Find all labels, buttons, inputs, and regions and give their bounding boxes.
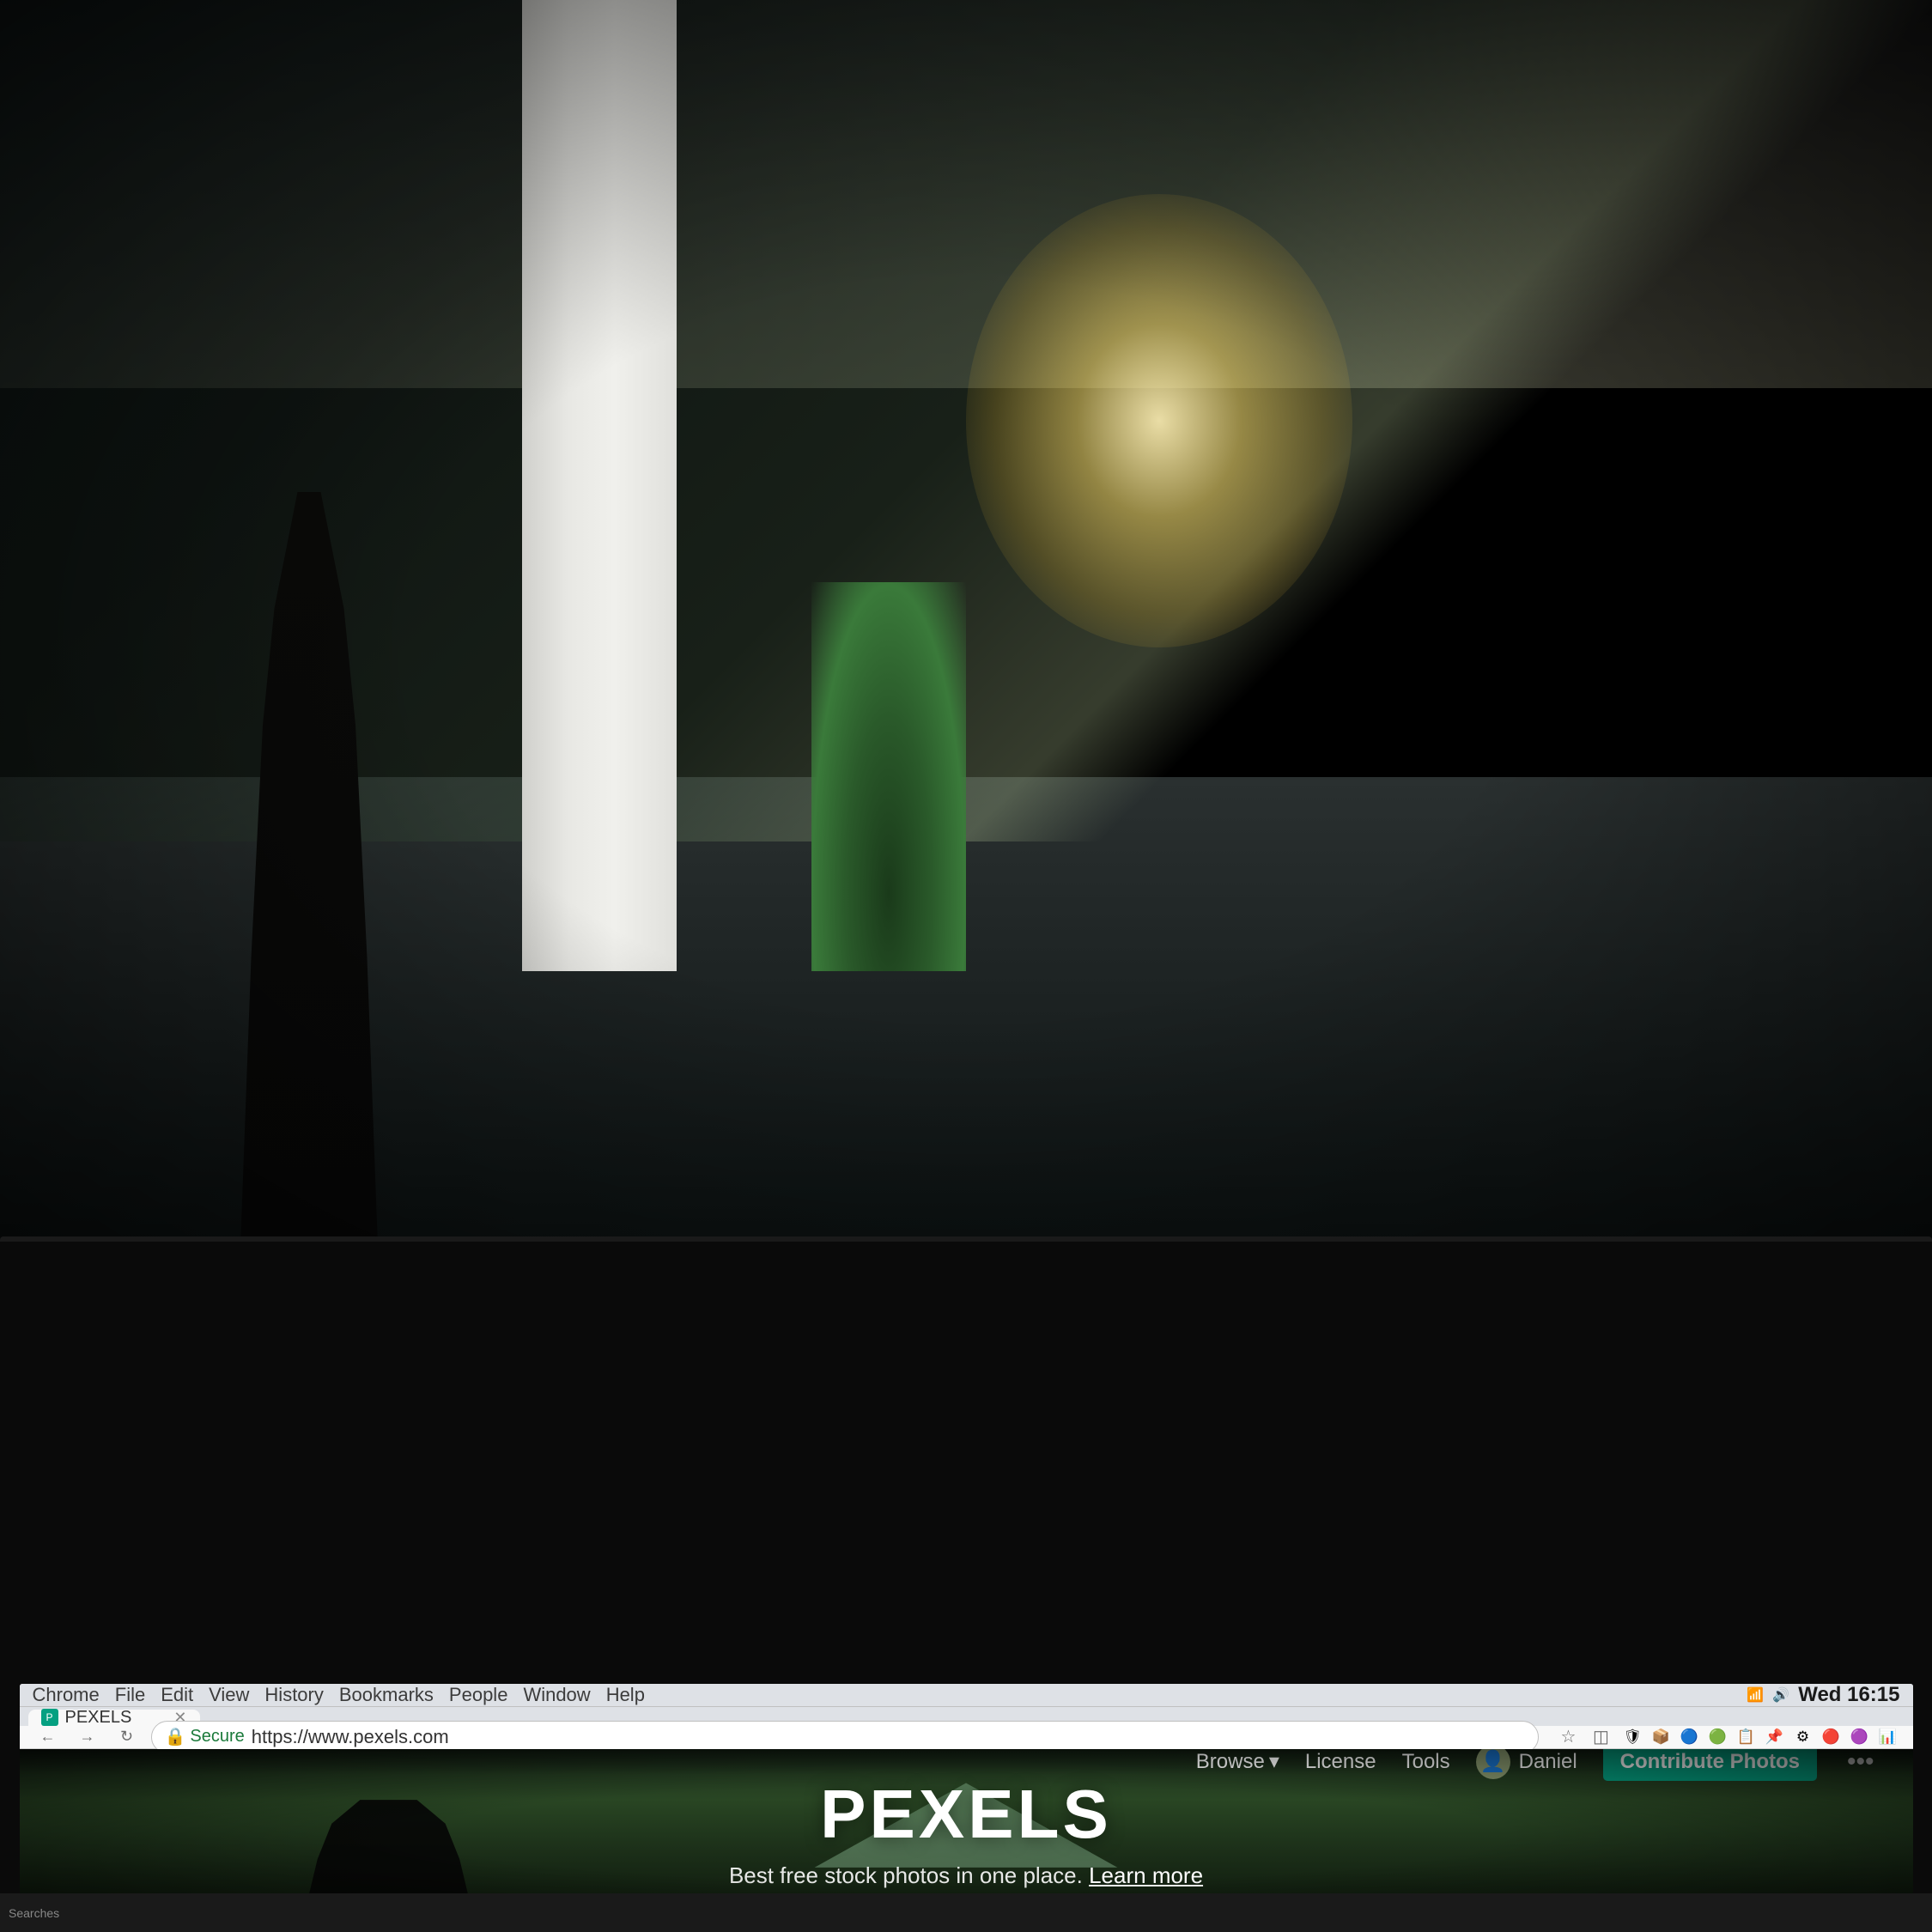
system-icons: 📶 🔊 Wed 16:15: [1747, 1684, 1899, 1707]
ext-icon-8[interactable]: 🔴: [1820, 1725, 1844, 1749]
nav-license[interactable]: License: [1305, 1750, 1376, 1774]
menu-history[interactable]: History: [264, 1684, 323, 1706]
back-button[interactable]: ←: [33, 1722, 64, 1753]
menu-people[interactable]: People: [449, 1684, 508, 1706]
ext-icon-1[interactable]: 🛡: [1621, 1725, 1645, 1749]
menu-chrome[interactable]: Chrome: [33, 1684, 100, 1706]
ext-icon-4[interactable]: 🟢: [1706, 1725, 1730, 1749]
menu-bookmarks[interactable]: Bookmarks: [339, 1684, 434, 1706]
secure-label: Secure: [190, 1727, 244, 1747]
background-photo: [0, 0, 1932, 1295]
ext-icon-5[interactable]: 📋: [1735, 1725, 1759, 1749]
ext-icon-3[interactable]: 🔵: [1678, 1725, 1702, 1749]
volume-icon: 🔊: [1772, 1686, 1789, 1704]
nav-tools[interactable]: Tools: [1402, 1750, 1450, 1774]
taskbar-search-label: Searches: [9, 1906, 59, 1920]
monitor-screen: Chrome File Edit View History Bookmarks …: [20, 1684, 1913, 1918]
pexels-logo: PEXELS: [303, 1775, 1629, 1854]
lock-icon: 🔒: [165, 1726, 186, 1747]
extension-icons: 🛡 📦 🔵 🟢 📋 📌 ⚙ 🔴 🟣 📊: [1621, 1724, 1900, 1750]
wifi-icon: 📶: [1747, 1686, 1764, 1704]
reload-button[interactable]: ↻: [112, 1722, 143, 1753]
office-column: [522, 0, 677, 971]
taskbar: Searches: [0, 1893, 1932, 1932]
window-light: [966, 194, 1352, 647]
pexels-nav: Browse ▾ License Tools 👤 Daniel: [20, 1749, 1913, 1775]
ext-icon-2[interactable]: 📦: [1649, 1725, 1674, 1749]
ext-icon-9[interactable]: 🟣: [1848, 1725, 1872, 1749]
url-text: https://www.pexels.com: [252, 1726, 449, 1748]
office-plant: [811, 582, 966, 970]
contribute-photos-button[interactable]: Contribute Photos: [1603, 1749, 1817, 1781]
reader-mode-icon[interactable]: ◫: [1589, 1724, 1614, 1750]
system-time: Wed 16:15: [1798, 1684, 1899, 1707]
menu-edit[interactable]: Edit: [161, 1684, 193, 1706]
learn-more-link[interactable]: Learn more: [1089, 1862, 1203, 1888]
chrome-browser: Chrome File Edit View History Bookmarks …: [20, 1684, 1913, 1918]
more-options-button[interactable]: •••: [1843, 1749, 1879, 1781]
menu-file[interactable]: File: [115, 1684, 145, 1706]
secure-badge: 🔒 Secure: [165, 1726, 245, 1747]
browse-chevron-icon: ▾: [1269, 1749, 1279, 1774]
nav-username: Daniel: [1519, 1750, 1577, 1774]
menu-window[interactable]: Window: [523, 1684, 590, 1706]
forward-button[interactable]: →: [72, 1722, 103, 1753]
pexels-tagline: Best free stock photos in one place. Lea…: [303, 1862, 1629, 1889]
ext-icon-7[interactable]: ⚙: [1791, 1725, 1815, 1749]
bookmark-star-icon[interactable]: ☆: [1556, 1724, 1582, 1750]
menu-help[interactable]: Help: [606, 1684, 645, 1706]
bookmark-icons: ☆ ◫ 🛡 📦 🔵 🟢 📋 📌 ⚙ 🔴 🟣 📊: [1556, 1724, 1900, 1750]
chrome-titlebar: Chrome File Edit View History Bookmarks …: [20, 1684, 1913, 1707]
monitor-bezel: Chrome File Edit View History Bookmarks …: [0, 1236, 1932, 1932]
chrome-toolbar: ← → ↻ 🔒 Secure https://www.pexels.com ☆ …: [20, 1726, 1913, 1749]
menu-view[interactable]: View: [209, 1684, 249, 1706]
ext-icon-10[interactable]: 📊: [1876, 1725, 1900, 1749]
chrome-menu-bar: Chrome File Edit View History Bookmarks …: [33, 1684, 645, 1706]
ext-icon-6[interactable]: 📌: [1763, 1725, 1787, 1749]
nav-browse[interactable]: Browse ▾: [1196, 1749, 1279, 1774]
